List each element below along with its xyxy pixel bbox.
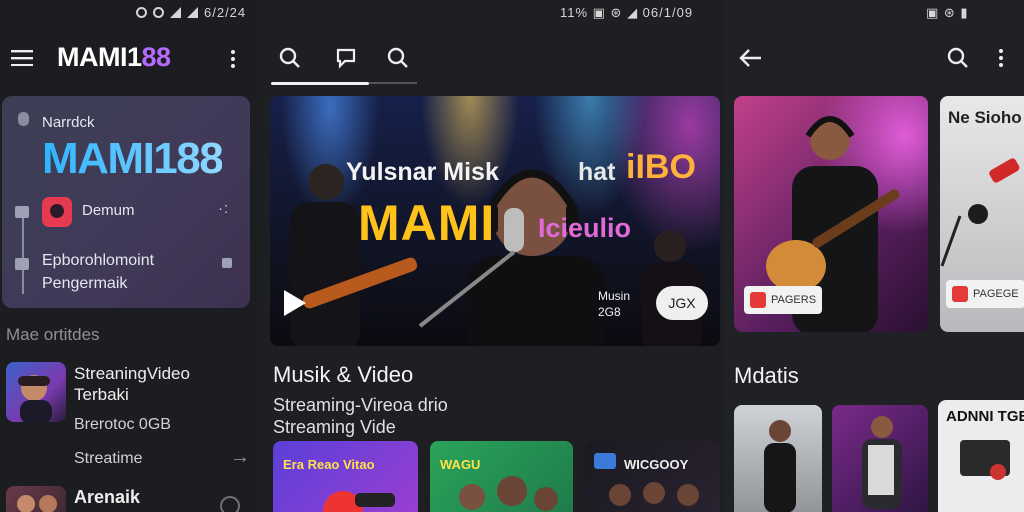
chevron-right-icon[interactable]: → [230, 446, 250, 469]
search-icon[interactable] [278, 46, 302, 70]
wifi-icon [187, 7, 198, 18]
hero-text-3: MAMI [358, 195, 496, 251]
card-item-demum[interactable]: Demum [82, 202, 135, 219]
hero-text-4: Icieulio [538, 213, 632, 243]
right-panel: ▣ ⊛ ▮ PAGERS Ne Sioho PAGEGE Mdatis ADNN… [724, 0, 1024, 512]
hero-text-2b: iIBO [626, 148, 696, 186]
chat-icon[interactable] [334, 46, 358, 70]
back-arrow-icon[interactable] [738, 48, 764, 68]
list-item-title-2[interactable]: Arenaik [74, 487, 140, 508]
dots-icon[interactable]: ·: [218, 200, 229, 217]
hero-text-1: Yulsnar Misk [346, 158, 499, 186]
demo-app-icon [42, 197, 72, 227]
alarm-icon [136, 7, 147, 18]
grid-card-3[interactable]: ADNNI TGE [938, 400, 1024, 512]
list-icon [15, 206, 29, 218]
artist-badge-2: PAGEGE [946, 280, 1024, 308]
mic-icon [18, 112, 29, 126]
section-heading: Musik & Video [273, 362, 414, 387]
section-subtitle-2: Streaming Vide [273, 417, 396, 437]
status-bar-2: 11% ▣ ⊛ ◢ 06/1/09 [560, 5, 694, 20]
signal-icon [170, 7, 181, 18]
card-item2-line2: Pengermaik [42, 275, 128, 292]
list-item-size: Brerotoc 0GB [74, 416, 171, 433]
brand-badge-icon-2 [952, 286, 968, 302]
mini-card-1[interactable]: Era Reao Vitao [273, 441, 418, 512]
card-item2-line1[interactable]: Epborohlomoint [42, 252, 154, 270]
hero-banner[interactable]: Yulsnar Misk hat iIBO MAMI Icieulio Musi… [270, 96, 720, 346]
brand-badge-icon [750, 292, 766, 308]
profile-icon [15, 258, 29, 270]
settings-icon[interactable] [220, 496, 240, 512]
hero-caption: Musin 2G8 [598, 288, 630, 320]
hero-caption-1: Musin [598, 289, 631, 303]
list-item-subtitle: Terbaki [74, 385, 129, 404]
card-divider [22, 206, 24, 294]
status-date: 6/2/24 [204, 5, 247, 20]
left-panel: 6/2/24 MAMI188 Narrdck MAMI188 Demum ·: … [0, 0, 258, 512]
grid-card-1[interactable] [734, 405, 822, 512]
mini-card-2[interactable]: WAGU [430, 441, 573, 512]
status-bar-3: ▣ ⊛ ▮ [926, 5, 969, 20]
app-title-main: MAMI1 [57, 42, 142, 72]
more-options-icon[interactable] [226, 49, 240, 69]
featured-card[interactable]: Narrdck MAMI188 Demum ·: Epborohlomoint … [2, 96, 250, 308]
list-item-streamtime: Streatime [74, 450, 143, 467]
video-thumbnail[interactable] [6, 362, 66, 422]
hero-text-2: hat [578, 158, 616, 186]
grid-card-2[interactable] [832, 405, 928, 512]
search-icon-2[interactable] [386, 46, 410, 70]
search-icon-3[interactable] [946, 46, 970, 70]
card-label-top: Narrdck [42, 114, 95, 131]
section-title: Mae ortitdes [6, 325, 100, 344]
artist-badge-2-label: PAGEGE [973, 288, 1019, 300]
app-title-accent: 88 [141, 42, 172, 72]
artist-card-2[interactable]: Ne Sioho PAGEGE [940, 96, 1024, 332]
status-bar: 6/2/24 [136, 5, 246, 20]
play-icon[interactable] [284, 290, 306, 316]
artist-card[interactable]: PAGERS [734, 96, 928, 332]
grid-card-3-art [960, 440, 1010, 480]
section-subtitle-1: Streaming-Vireoa drio [273, 395, 448, 415]
tab-indicator-inactive [369, 82, 417, 84]
tab-indicator [271, 82, 369, 85]
mini-card-art-3 [594, 453, 699, 506]
settings-status-icon [153, 7, 164, 18]
video-thumbnail-2[interactable] [6, 486, 66, 512]
menu-icon[interactable] [10, 48, 34, 68]
mini-card-art [323, 491, 395, 512]
card-logo: MAMI188 [42, 134, 224, 183]
section-heading-3: Mdatis [734, 363, 799, 388]
mini-card-3[interactable]: WICGOOY [584, 441, 720, 512]
more-options-icon-3[interactable] [996, 48, 1006, 68]
list-item-title[interactable]: StreaningVideo [74, 364, 190, 384]
grid-icon[interactable] [222, 258, 232, 268]
grid-card-1-art [764, 420, 796, 512]
mini-card-art-2 [459, 476, 558, 511]
hero-caption-2: 2G8 [598, 305, 621, 319]
artist-badge: PAGERS [744, 286, 823, 314]
hero-action-button[interactable]: JGX [656, 286, 708, 320]
artist-badge-label: PAGERS [771, 294, 817, 306]
grid-card-2-art [862, 416, 902, 509]
app-title: MAMI188 [57, 42, 171, 73]
center-panel: 11% ▣ ⊛ ◢ 06/1/09 Yulsnar Misk hat iIBO … [258, 0, 724, 512]
